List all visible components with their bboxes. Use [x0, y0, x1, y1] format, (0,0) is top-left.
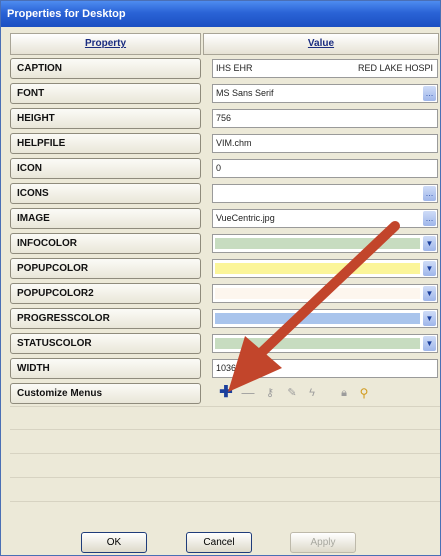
chevron-down-icon[interactable]: ▼: [423, 311, 436, 326]
property-row-icons: ICONS …: [10, 182, 440, 206]
height-value-field[interactable]: 756: [212, 109, 438, 128]
property-row-height: HEIGHT 756: [10, 107, 440, 131]
width-value: 1036: [216, 363, 237, 373]
property-row-statuscolor: STATUSCOLOR ▼: [10, 332, 440, 356]
divider: [10, 501, 440, 502]
caption-value-right: RED LAKE HOSPI: [357, 63, 433, 73]
property-row-font: FONT MS Sans Serif …: [10, 82, 440, 106]
color-swatch: [215, 263, 420, 274]
color-swatch: [215, 238, 420, 249]
chevron-down-icon[interactable]: ▼: [423, 236, 436, 251]
property-button-popupcolor[interactable]: POPUPCOLOR: [10, 258, 201, 279]
add-icon[interactable]: ✚: [218, 385, 234, 401]
divider: [10, 477, 440, 478]
image-value-field[interactable]: VueCentric.jpg …: [212, 209, 438, 228]
property-button-helpfile[interactable]: HELPFILE: [10, 133, 201, 154]
properties-window: Properties for Desktop Property Value CA…: [0, 0, 441, 556]
property-button-font[interactable]: FONT: [10, 83, 201, 104]
ellipsis-icon[interactable]: …: [423, 86, 436, 101]
progresscolor-value-field[interactable]: ▼: [212, 309, 438, 328]
statuscolor-value-field[interactable]: ▼: [212, 334, 438, 353]
image-value: VueCentric.jpg: [216, 213, 275, 223]
property-row-helpfile: HELPFILE VIM.chm: [10, 132, 440, 156]
chevron-down-icon[interactable]: ▼: [423, 286, 436, 301]
property-row-width: WIDTH 1036: [10, 357, 440, 381]
ok-button[interactable]: OK: [81, 532, 147, 553]
helpfile-value: VIM.chm: [216, 138, 252, 148]
remove-icon[interactable]: —: [240, 385, 256, 401]
divider: [10, 453, 440, 454]
property-row-image: IMAGE VueCentric.jpg …: [10, 207, 440, 231]
color-swatch: [215, 313, 420, 324]
ellipsis-icon[interactable]: …: [423, 211, 436, 226]
popupcolor2-value-field[interactable]: ▼: [212, 284, 438, 303]
popupcolor-value-field[interactable]: ▼: [212, 259, 438, 278]
height-value: 756: [216, 113, 232, 123]
icon-value: 0: [216, 163, 222, 173]
color-swatch: [215, 338, 420, 349]
divider: [10, 429, 440, 430]
property-button-height[interactable]: HEIGHT: [10, 108, 201, 129]
property-row-infocolor: INFOCOLOR ▼: [10, 232, 440, 256]
property-button-icon[interactable]: ICON: [10, 158, 201, 179]
property-row-popupcolor: POPUPCOLOR ▼: [10, 257, 440, 281]
infocolor-value-field[interactable]: ▼: [212, 234, 438, 253]
property-row-icon: ICON 0: [10, 157, 440, 181]
menu-items-area: [10, 406, 440, 527]
caption-value-field[interactable]: IHS EHR RED LAKE HOSPI: [212, 59, 438, 78]
ellipsis-icon[interactable]: …: [423, 186, 436, 201]
property-row-customize-menus: Customize Menus ✚ — ⚷ ✎ ϟ 🔒︎ ⚲: [10, 382, 440, 406]
lightning-icon[interactable]: ϟ: [304, 385, 320, 401]
lock-icon[interactable]: 🔒︎: [336, 385, 352, 401]
cancel-button[interactable]: Cancel: [186, 532, 252, 553]
property-button-width[interactable]: WIDTH: [10, 358, 201, 379]
width-value-field[interactable]: 1036: [212, 359, 438, 378]
icon-value-field[interactable]: 0: [212, 159, 438, 178]
chevron-down-icon[interactable]: ▼: [423, 336, 436, 351]
property-button-infocolor[interactable]: INFOCOLOR: [10, 233, 201, 254]
key-icon[interactable]: ⚷: [262, 385, 278, 401]
font-value: MS Sans Serif: [216, 88, 274, 98]
icons-value-field[interactable]: …: [212, 184, 438, 203]
edit-icon[interactable]: ✎: [284, 385, 300, 401]
property-row-progresscolor: PROGRESSCOLOR ▼: [10, 307, 440, 331]
property-button-image[interactable]: IMAGE: [10, 208, 201, 229]
property-button-customize-menus[interactable]: Customize Menus: [10, 383, 201, 404]
property-button-progresscolor[interactable]: PROGRESSCOLOR: [10, 308, 201, 329]
magnifier-icon[interactable]: ⚲: [356, 385, 372, 401]
value-column-header[interactable]: Value: [203, 33, 439, 55]
window-title: Properties for Desktop: [1, 1, 440, 27]
color-swatch: [215, 288, 420, 299]
property-row-popupcolor2: POPUPCOLOR2 ▼: [10, 282, 440, 306]
property-button-icons[interactable]: ICONS: [10, 183, 201, 204]
chevron-down-icon[interactable]: ▼: [423, 261, 436, 276]
apply-button[interactable]: Apply: [290, 532, 356, 553]
property-column-header[interactable]: Property: [10, 33, 201, 55]
property-button-popupcolor2[interactable]: POPUPCOLOR2: [10, 283, 201, 304]
property-row-caption: CAPTION IHS EHR RED LAKE HOSPI: [10, 57, 440, 81]
menu-toolbar: ✚ — ⚷ ✎ ϟ 🔒︎ ⚲: [212, 384, 438, 403]
property-button-caption[interactable]: CAPTION: [10, 58, 201, 79]
caption-value: IHS EHR: [216, 63, 253, 73]
font-value-field[interactable]: MS Sans Serif …: [212, 84, 438, 103]
property-button-statuscolor[interactable]: STATUSCOLOR: [10, 333, 201, 354]
helpfile-value-field[interactable]: VIM.chm: [212, 134, 438, 153]
